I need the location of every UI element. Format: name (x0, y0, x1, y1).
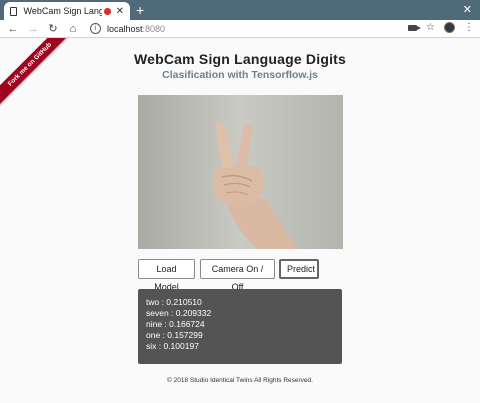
star-icon[interactable]: ☆ (426, 22, 435, 33)
result-line: two : 0.210510 (146, 297, 202, 307)
prediction-results: two : 0.210510 seven : 0.209332 nine : 0… (138, 289, 342, 364)
home-icon[interactable]: ⌂ (66, 23, 80, 35)
page-title: WebCam Sign Language Digits (133, 51, 347, 67)
browser-tabstrip: WebCam Sign Langua ✕ + ✕ (0, 0, 480, 20)
new-tab-icon[interactable]: + (136, 3, 144, 17)
browser-tab[interactable]: WebCam Sign Langua ✕ (4, 2, 130, 20)
control-buttons: Load Model Camera On / Off Predict (138, 259, 319, 292)
result-line: seven : 0.209332 (146, 308, 212, 318)
result-line: six : 0.100197 (146, 341, 199, 351)
camera-icon[interactable] (408, 24, 422, 31)
address-bar[interactable]: i localhost:8080 (90, 23, 165, 34)
browser-toolbar: ← → ↻ ⌂ i localhost:8080 ☆ ⋮ (0, 20, 480, 38)
result-line: nine : 0.166724 (146, 319, 205, 329)
page-favicon-icon (10, 6, 18, 16)
window-close-icon[interactable]: ✕ (463, 3, 472, 16)
load-model-button[interactable]: Load Model (138, 259, 195, 292)
webcam-video (138, 95, 343, 249)
avatar[interactable] (444, 22, 455, 33)
tab-title: WebCam Sign Langua (23, 6, 103, 16)
tab-close-icon[interactable]: ✕ (116, 6, 124, 17)
menu-icon[interactable]: ⋮ (464, 22, 474, 33)
forward-icon[interactable]: → (26, 23, 40, 35)
camera-toggle-button[interactable]: Camera On / Off (200, 259, 275, 292)
back-icon[interactable]: ← (6, 23, 20, 35)
reload-icon[interactable]: ↻ (46, 22, 60, 35)
url-host: localhost (107, 23, 143, 34)
footer-copyright: © 2018 Studio Identical Twins All Rights… (167, 377, 313, 384)
webcam-frame-image (138, 95, 343, 249)
predict-button[interactable]: Predict (279, 259, 319, 279)
recording-icon (104, 7, 111, 15)
info-icon[interactable]: i (90, 23, 101, 34)
result-line: one : 0.157299 (146, 330, 203, 340)
page-subtitle: Clasification with Tensorflow.js (162, 69, 318, 81)
url-port: :8080 (142, 23, 166, 34)
